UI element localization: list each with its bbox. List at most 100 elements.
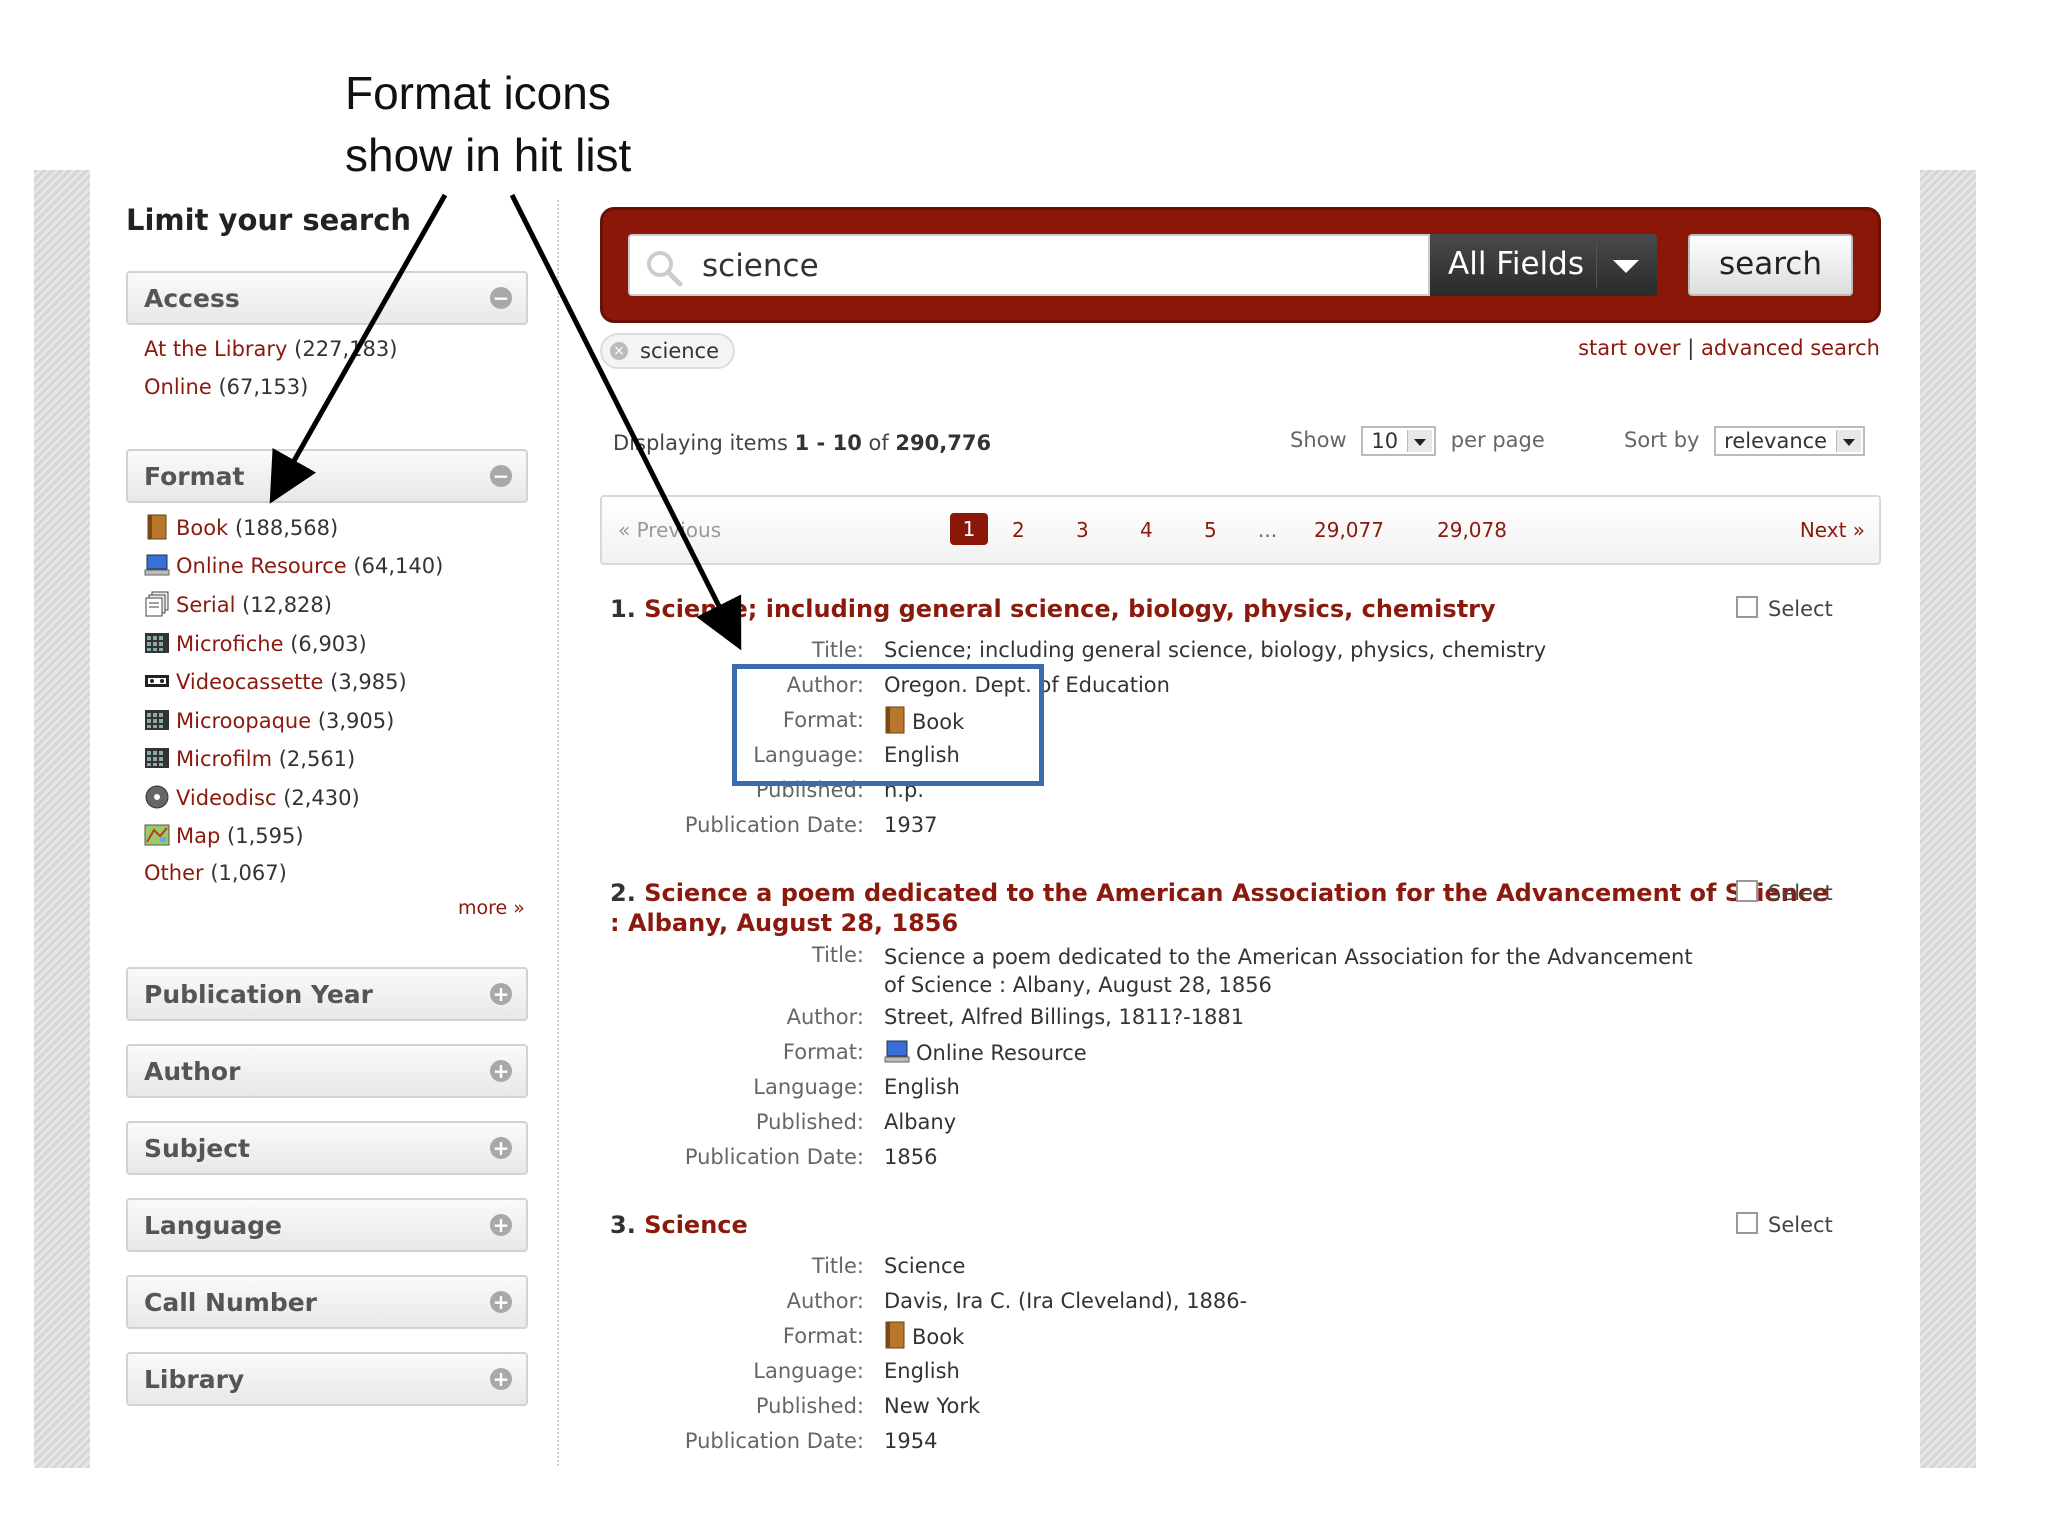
facet-item-microopaque[interactable]: Microopaque (3,905) xyxy=(144,707,394,733)
page-5[interactable]: 5 xyxy=(1204,518,1217,542)
checkbox[interactable] xyxy=(1736,880,1758,902)
expand-icon[interactable]: + xyxy=(490,1291,512,1313)
page-3[interactable]: 3 xyxy=(1076,518,1089,542)
search-input[interactable] xyxy=(700,242,1404,290)
per-page-control: Show 10 per page xyxy=(1290,426,1545,456)
field-label-author: Author: xyxy=(786,1289,864,1313)
checkbox[interactable] xyxy=(1736,1212,1758,1234)
field-label-format: Format: xyxy=(782,1324,864,1348)
page-2[interactable]: 2 xyxy=(1012,518,1025,542)
page-29078[interactable]: 29,078 xyxy=(1437,518,1507,542)
field-value-publication-date: 1937 xyxy=(884,813,938,837)
collapse-icon[interactable]: − xyxy=(490,287,512,309)
facet-publication-year[interactable]: Publication Year + xyxy=(126,967,528,1021)
facet-title: Call Number xyxy=(144,1288,318,1317)
facet-item-serial[interactable]: Serial (12,828) xyxy=(144,591,332,617)
facet-item-online-resource[interactable]: Online Resource (64,140) xyxy=(144,552,443,578)
expand-icon[interactable]: + xyxy=(490,1060,512,1082)
field-value-language: English xyxy=(884,1359,960,1383)
facet-item-videocassette[interactable]: Videocassette (3,985) xyxy=(144,668,407,694)
field-label-publication-date: Publication Date: xyxy=(684,1429,864,1453)
previous-link[interactable]: « Previous xyxy=(618,518,721,542)
computer-icon xyxy=(144,554,170,576)
facet-item-book[interactable]: Book (188,568) xyxy=(144,514,338,540)
facet-item-microfiche[interactable]: Microfiche (6,903) xyxy=(144,630,367,656)
select-checkbox[interactable]: Select xyxy=(1736,880,1833,905)
link-separator: | xyxy=(1687,336,1695,360)
query-chip[interactable]: × science xyxy=(600,333,736,369)
facet-item-at-the-library[interactable]: At the Library (227,183) xyxy=(144,337,397,361)
annotation-line-1: Format icons xyxy=(345,67,611,119)
collapse-icon[interactable]: − xyxy=(490,465,512,487)
select-checkbox[interactable]: Select xyxy=(1736,1212,1833,1237)
facet-title: Access xyxy=(144,284,240,313)
page-4[interactable]: 4 xyxy=(1140,518,1153,542)
search-button[interactable]: search xyxy=(1688,234,1853,296)
serial-icon xyxy=(145,591,169,617)
film-grid-icon xyxy=(145,748,169,768)
search-links: start over | advanced search xyxy=(1578,336,1880,360)
map-icon xyxy=(144,824,170,846)
highlight-box xyxy=(732,664,1044,786)
facet-author[interactable]: Author + xyxy=(126,1044,528,1098)
film-grid-icon xyxy=(145,710,169,730)
remove-icon[interactable]: × xyxy=(610,342,628,360)
search-bar: All Fields search xyxy=(600,207,1881,323)
facet-subject[interactable]: Subject + xyxy=(126,1121,528,1175)
facet-item-videodisc[interactable]: Videodisc (2,430) xyxy=(144,784,360,810)
field-label-title: Title: xyxy=(811,638,864,662)
limit-search-heading: Limit your search xyxy=(126,203,412,237)
result-title[interactable]: 2. Science a poem dedicated to the Ameri… xyxy=(610,878,1828,938)
field-label-format: Format: xyxy=(782,1040,864,1064)
results-count: Displaying items 1 - 10 of 290,776 xyxy=(613,431,992,455)
facet-format[interactable]: Format − xyxy=(126,449,528,503)
search-input-wrapper[interactable] xyxy=(628,234,1430,296)
select-checkbox[interactable]: Select xyxy=(1736,596,1833,621)
field-value-title: Science xyxy=(884,1254,966,1278)
field-value-published: Albany xyxy=(884,1110,957,1134)
facet-title: Format xyxy=(144,462,245,491)
field-value-title: Science a poem dedicated to the American… xyxy=(884,945,1693,997)
expand-icon[interactable]: + xyxy=(490,1368,512,1390)
field-label-title: Title: xyxy=(811,943,864,967)
field-value-author: Davis, Ira C. (Ira Cleveland), 1886- xyxy=(884,1289,1248,1313)
page-29077[interactable]: 29,077 xyxy=(1314,518,1384,542)
right-background-stripe xyxy=(1920,170,1976,1468)
facet-item-online[interactable]: Online (67,153) xyxy=(144,375,308,399)
facet-item-map[interactable]: Map (1,595) xyxy=(144,822,304,848)
expand-icon[interactable]: + xyxy=(490,1214,512,1236)
facet-item-other[interactable]: Other (1,067) xyxy=(144,861,287,885)
facet-library[interactable]: Library + xyxy=(126,1352,528,1406)
query-chip-label: science xyxy=(640,339,720,363)
facet-title: Subject xyxy=(144,1134,250,1163)
facet-item-microfilm[interactable]: Microfilm (2,561) xyxy=(144,745,355,771)
sort-select[interactable]: relevance xyxy=(1714,426,1866,456)
field-label-language: Language: xyxy=(753,1075,864,1099)
checkbox[interactable] xyxy=(1736,596,1758,618)
facet-title: Language xyxy=(144,1211,283,1240)
start-over-link[interactable]: start over xyxy=(1578,336,1680,360)
facet-call-number[interactable]: Call Number + xyxy=(126,1275,528,1329)
result-title[interactable]: 1. Science; including general science, b… xyxy=(610,594,1496,624)
page-1[interactable]: 1 xyxy=(950,513,988,545)
field-label-author: Author: xyxy=(786,1005,864,1029)
per-page-select[interactable]: 10 xyxy=(1361,426,1437,456)
left-background-stripe xyxy=(34,170,90,1468)
advanced-search-link[interactable]: advanced search xyxy=(1701,336,1880,360)
expand-icon[interactable]: + xyxy=(490,983,512,1005)
facet-more-link[interactable]: more » xyxy=(458,897,525,919)
field-value-language: English xyxy=(884,1075,960,1099)
chevron-down-icon xyxy=(1407,430,1433,452)
expand-icon[interactable]: + xyxy=(490,1137,512,1159)
facet-language[interactable]: Language + xyxy=(126,1198,528,1252)
next-link[interactable]: Next » xyxy=(1800,518,1865,542)
film-grid-icon xyxy=(145,633,169,653)
disc-icon xyxy=(145,785,169,809)
field-label-published: Published: xyxy=(755,1110,864,1134)
result-title[interactable]: 3. Science xyxy=(610,1210,748,1240)
page-ellipsis: ... xyxy=(1258,518,1278,542)
search-field-select[interactable]: All Fields xyxy=(1430,234,1657,296)
field-label-publication-date: Publication Date: xyxy=(684,1145,864,1169)
facet-access[interactable]: Access − xyxy=(126,271,528,325)
field-value-publication-date: 1954 xyxy=(884,1429,938,1453)
